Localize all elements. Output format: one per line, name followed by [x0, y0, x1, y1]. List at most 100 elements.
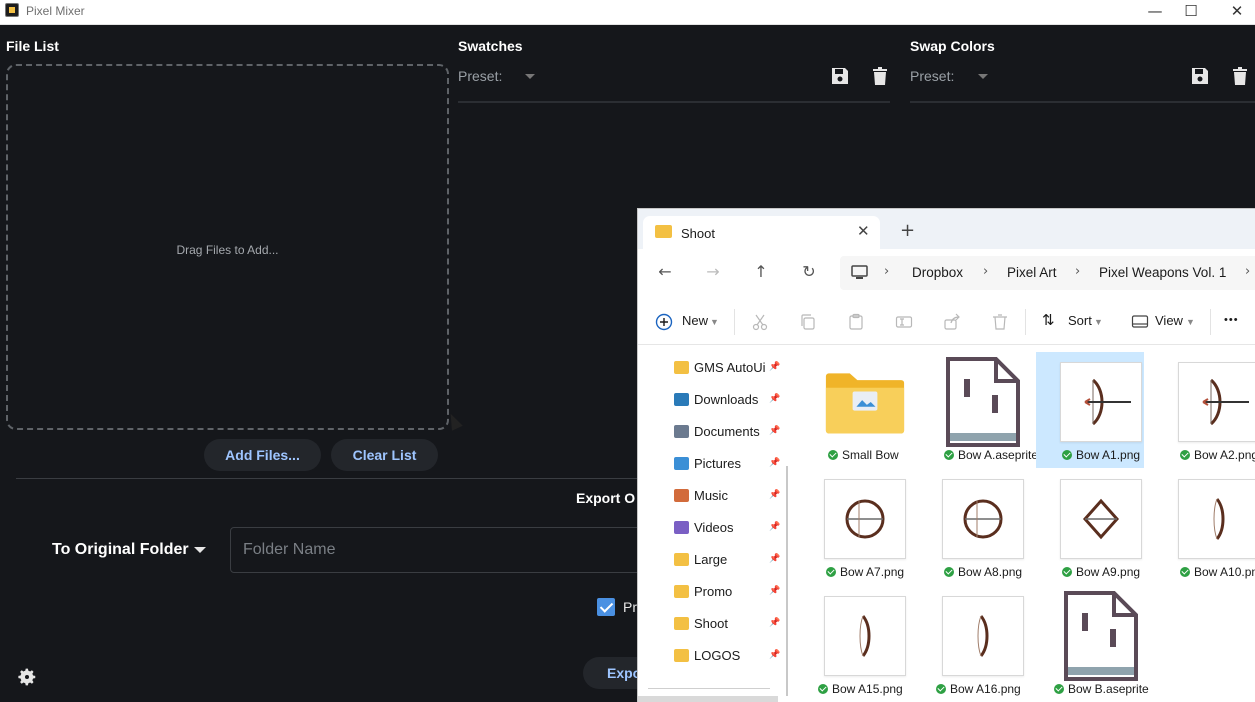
more-options-button[interactable]: •••	[1224, 314, 1239, 326]
sync-status-icon	[828, 450, 838, 460]
folder-icon	[674, 617, 689, 630]
sidebar-item-pictures[interactable]: Pictures 📌	[671, 454, 791, 474]
file-name-label: Bow A8.png	[958, 565, 1023, 579]
preview-checkbox[interactable]	[597, 598, 615, 616]
file-item[interactable]: Bow B.aseprite	[1036, 586, 1149, 702]
explorer-sidebar: GMS AutoUi 📌 Downloads 📌 Documents 📌 Pictures 📌…	[638, 346, 793, 702]
swap-colors-save-button[interactable]	[1190, 66, 1210, 86]
file-thumbnail	[1060, 479, 1142, 559]
computer-icon	[851, 265, 868, 279]
file-drop-zone[interactable]: Drag Files to Add...	[6, 64, 449, 430]
sidebar-item-shoot[interactable]: Shoot 📌	[671, 614, 791, 634]
folder-thumbnail	[824, 362, 906, 442]
sidebar-item-downloads[interactable]: Downloads 📌	[671, 390, 791, 410]
new-tab-button[interactable]: +	[900, 220, 915, 241]
swatches-preset-dropdown[interactable]	[525, 74, 535, 79]
horizontal-scrollbar[interactable]	[638, 696, 778, 702]
swap-colors-delete-button[interactable]	[1230, 66, 1250, 86]
new-button[interactable]: New	[682, 313, 708, 328]
sidebar-item-logos[interactable]: LOGOS 📌	[671, 646, 791, 666]
file-name-label: Small Bow	[842, 448, 899, 462]
file-name-label: Bow A9.png	[1076, 565, 1141, 579]
sync-status-icon	[1180, 567, 1190, 577]
sidebar-item-label: LOGOS	[694, 648, 741, 663]
file-name: Bow B.aseprite	[1054, 682, 1184, 696]
pin-icon: 📌	[769, 394, 781, 404]
rename-icon[interactable]	[895, 313, 913, 331]
sidebar-item-label: Large	[694, 552, 728, 567]
file-name-label: Bow A16.png	[950, 682, 1021, 696]
sync-status-icon	[826, 567, 836, 577]
address-bar[interactable]: › Dropbox › Pixel Art › Pixel Weapons Vo…	[840, 256, 1255, 290]
refresh-icon[interactable]: ↻	[799, 262, 819, 282]
view-button[interactable]: View	[1155, 313, 1183, 328]
add-files-button[interactable]: Add Files...	[204, 439, 321, 471]
file-name-label: Bow A10.png	[1194, 565, 1255, 579]
chevron-down-icon: ▼	[1094, 317, 1103, 327]
close-button[interactable]: ✕	[1214, 0, 1255, 25]
cut-icon[interactable]	[751, 313, 769, 331]
pin-icon: 📌	[769, 458, 781, 468]
copy-icon[interactable]	[799, 313, 817, 331]
file-item[interactable]: Bow A2.png	[1154, 352, 1255, 468]
file-item[interactable]: Bow A9.png	[1036, 469, 1144, 585]
pictures-icon	[674, 457, 689, 470]
bow-thin-icon	[977, 615, 989, 657]
file-name-label: Bow A1.png	[1076, 448, 1141, 462]
app-logo-icon	[5, 3, 19, 17]
folder-name-input[interactable]	[230, 527, 650, 573]
breadcrumb-item[interactable]: Pixel Weapons Vol. 1	[1099, 265, 1226, 280]
bow-thin-icon	[1213, 498, 1225, 540]
file-item[interactable]: Bow A15.png	[800, 586, 908, 702]
file-item[interactable]: Bow A8.png	[918, 469, 1026, 585]
file-item[interactable]: Bow A7.png	[800, 469, 908, 585]
pin-icon: 📌	[769, 586, 781, 596]
file-thumbnail	[1178, 479, 1255, 559]
delete-icon[interactable]	[991, 313, 1009, 331]
breadcrumb-item[interactable]: Pixel Art	[1007, 265, 1057, 280]
gear-icon[interactable]	[16, 666, 38, 688]
file-item[interactable]: Bow A16.png	[918, 586, 1026, 702]
sidebar-item-documents[interactable]: Documents 📌	[671, 422, 791, 442]
swatches-save-button[interactable]	[830, 66, 850, 86]
back-icon[interactable]: ←	[655, 262, 675, 282]
view-icon	[1131, 315, 1149, 328]
sort-button[interactable]: Sort	[1068, 313, 1092, 328]
file-item[interactable]: Small Bow	[800, 352, 908, 468]
up-icon[interactable]: ↑	[751, 262, 771, 282]
tab-close-icon[interactable]: ✕	[857, 222, 870, 240]
sidebar-item-gms-autoui[interactable]: GMS AutoUi 📌	[671, 358, 791, 378]
breadcrumb-item[interactable]: Dropbox	[912, 265, 963, 280]
chevron-right-icon: ›	[1245, 264, 1251, 279]
clear-list-button[interactable]: Clear List	[331, 439, 438, 471]
maximize-button[interactable]: ☐	[1168, 0, 1214, 25]
trash-icon	[1233, 67, 1247, 85]
chevron-down-icon[interactable]	[194, 547, 206, 553]
file-item[interactable]: Bow A10.png	[1154, 469, 1255, 585]
sidebar-item-videos[interactable]: Videos 📌	[671, 518, 791, 538]
sidebar-item-promo[interactable]: Promo 📌	[671, 582, 791, 602]
folder-icon	[674, 553, 689, 566]
destination-dropdown[interactable]: To Original Folder	[52, 541, 189, 559]
pin-icon: 📌	[769, 650, 781, 660]
file-item[interactable]: Bow A1.png	[1036, 352, 1144, 468]
file-thumbnail	[1060, 362, 1142, 442]
sidebar-item-label: Music	[694, 488, 728, 503]
swap-colors-preset-dropdown[interactable]	[978, 74, 988, 79]
file-name-label: Bow A.aseprite	[958, 448, 1039, 462]
sidebar-item-large[interactable]: Large 📌	[671, 550, 791, 570]
paste-icon[interactable]	[847, 313, 865, 331]
sidebar-item-label: Documents	[694, 424, 760, 439]
document-icon	[674, 425, 689, 438]
file-name-label: Bow A7.png	[840, 565, 905, 579]
file-list-title: File List	[6, 38, 59, 54]
swatches-delete-button[interactable]	[870, 66, 890, 86]
swap-colors-divider	[910, 101, 1255, 103]
share-icon[interactable]	[943, 313, 961, 331]
download-icon	[674, 393, 689, 406]
explorer-tab[interactable]: Shoot ✕	[643, 216, 880, 249]
file-item[interactable]: Bow A.aseprite	[918, 352, 1038, 468]
sidebar-item-music[interactable]: Music 📌	[671, 486, 791, 506]
folder-icon	[674, 649, 689, 662]
forward-icon[interactable]: →	[703, 262, 723, 282]
